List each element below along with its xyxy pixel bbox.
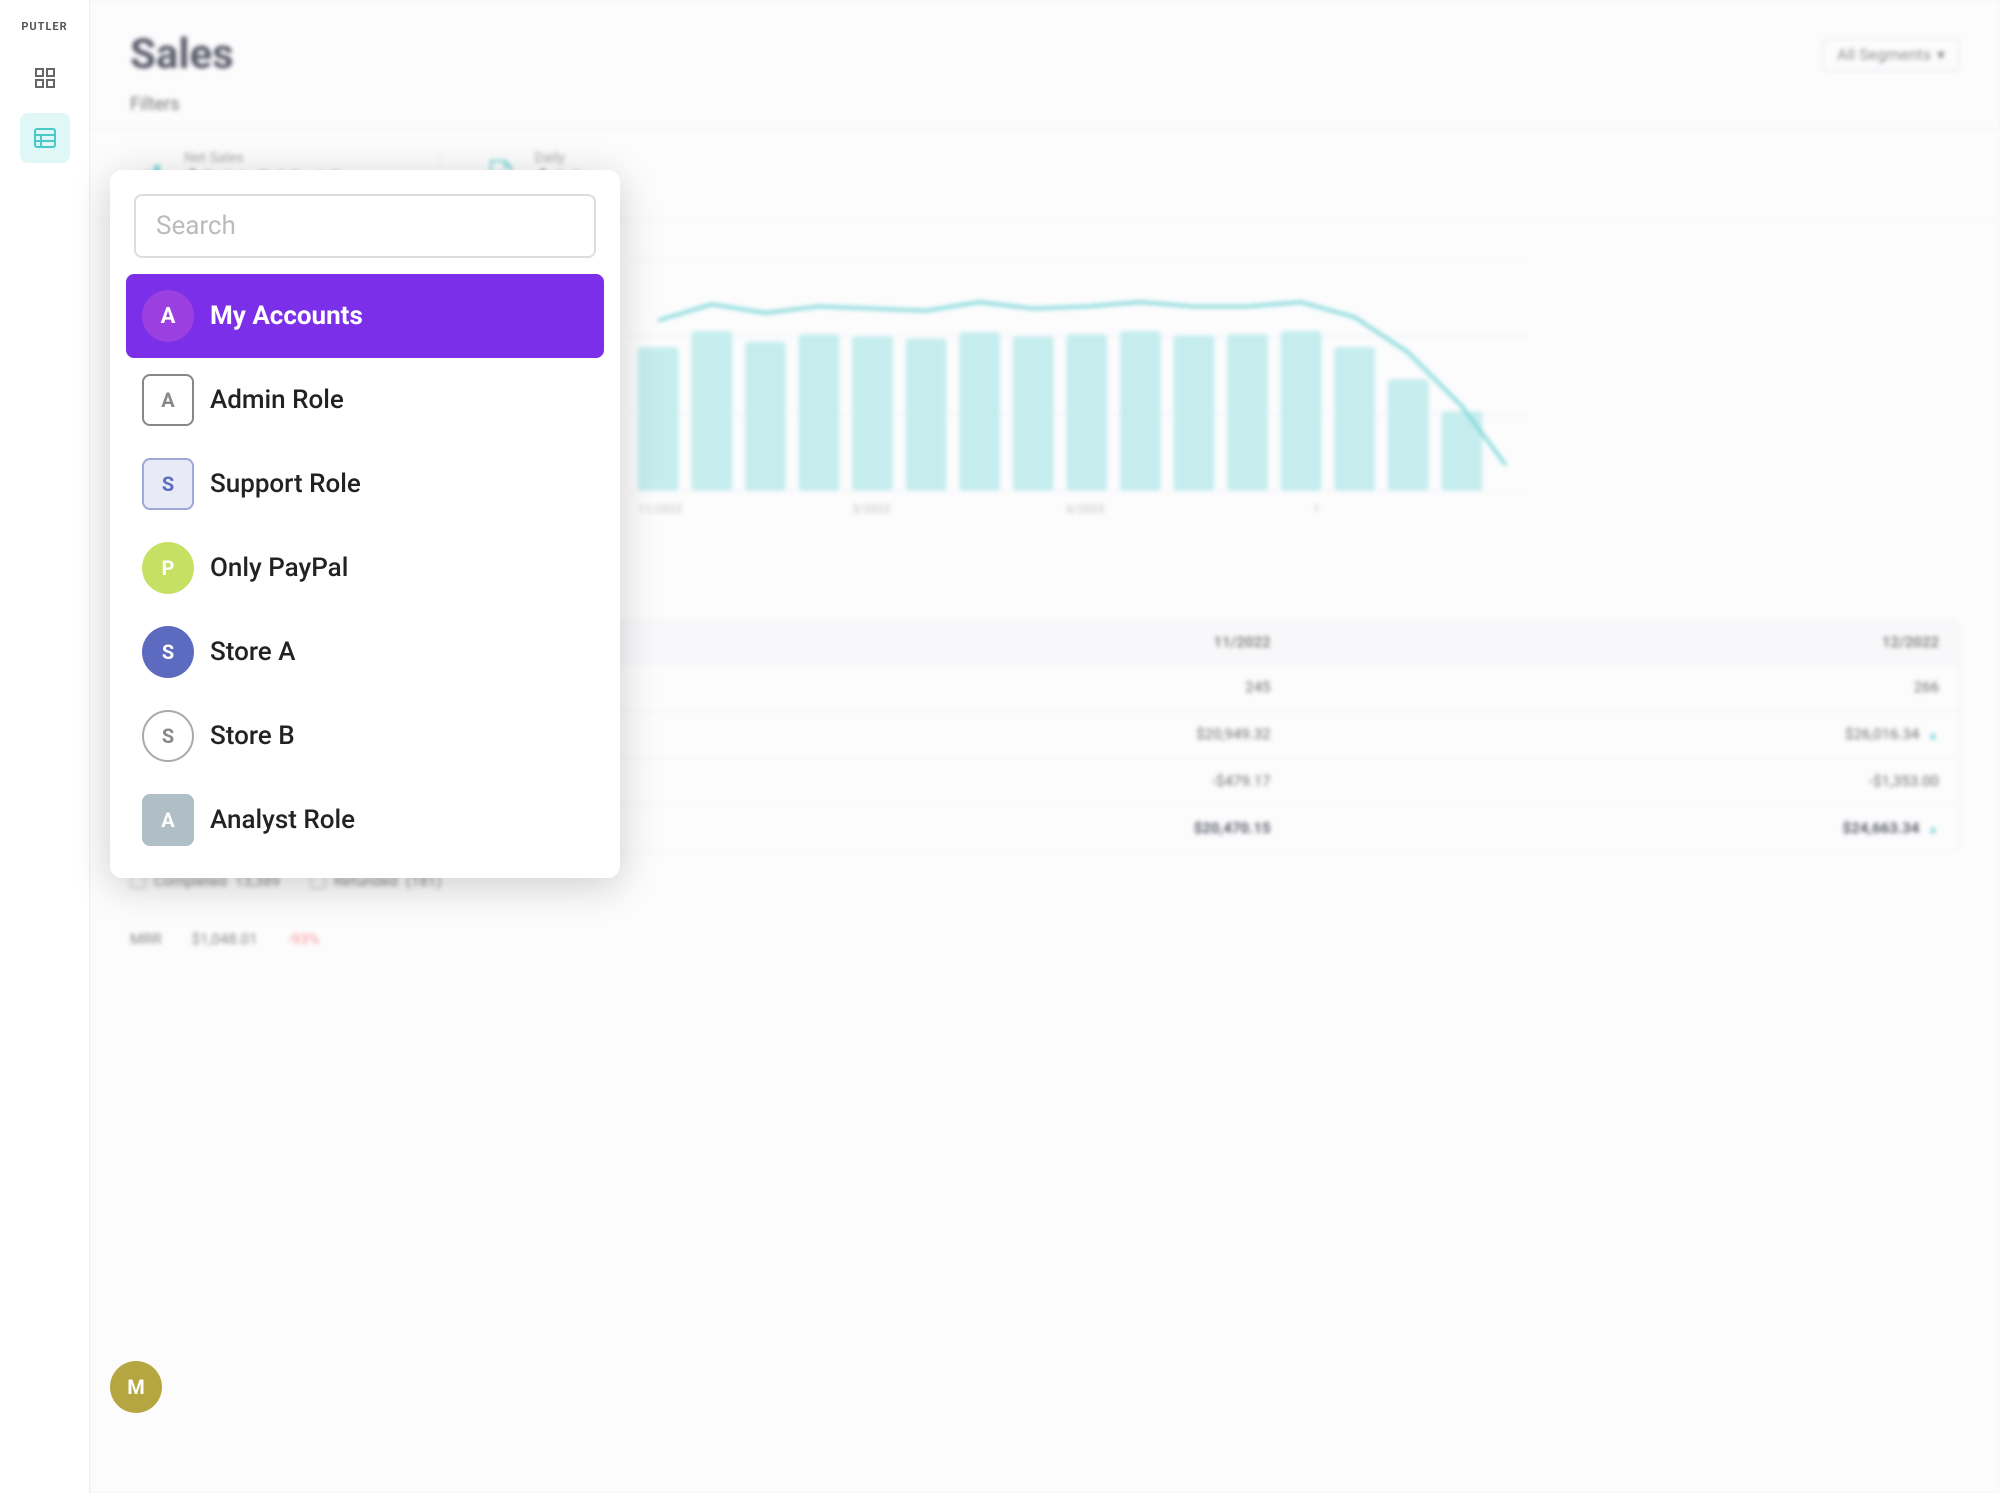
- support-role-avatar-letter: S: [162, 472, 174, 496]
- sidebar: PUTLER: [0, 0, 90, 1493]
- netsales-dec: $24,663.34 ▲: [1291, 805, 1959, 852]
- dropdown-item-only-paypal[interactable]: P Only PayPal: [126, 526, 604, 610]
- dropdown-item-analyst-role[interactable]: A Analyst Role: [126, 778, 604, 862]
- store-b-avatar-letter: S: [162, 724, 174, 748]
- dropdown-item-admin-role[interactable]: A Admin Role: [126, 358, 604, 442]
- trend-up-icon: ▲: [1927, 822, 1939, 836]
- dropdown-item-store-b[interactable]: S Store B: [126, 694, 604, 778]
- dropdown-item-store-a[interactable]: S Store A: [126, 610, 604, 694]
- segment-label: All Segments: [1837, 45, 1931, 64]
- trend-up-icon: ▲: [1927, 728, 1939, 742]
- admin-role-avatar: A: [142, 374, 194, 426]
- support-role-avatar: S: [142, 458, 194, 510]
- app-logo: PUTLER: [21, 20, 67, 33]
- search-input[interactable]: [134, 194, 596, 258]
- only-paypal-avatar: P: [142, 542, 194, 594]
- orders-dec: 266: [1291, 664, 1959, 711]
- mrr-change: -93%: [288, 930, 320, 948]
- analyst-role-avatar: A: [142, 794, 194, 846]
- only-paypal-label: Only PayPal: [210, 553, 348, 583]
- support-role-label: Support Role: [210, 469, 361, 499]
- account-dropdown: A My Accounts A Admin Role S Support Rol…: [110, 170, 620, 878]
- grid-icon-button[interactable]: [20, 53, 70, 103]
- admin-role-label: Admin Role: [210, 385, 344, 415]
- svg-text:6/2023: 6/2023: [1066, 502, 1104, 516]
- store-a-avatar-letter: S: [162, 640, 174, 664]
- gross-dec: $26,016.34 ▲: [1291, 711, 1959, 758]
- orders-nov: 245: [718, 664, 1290, 711]
- net-sales-label: Net Sales: [184, 150, 400, 166]
- search-container: [126, 194, 604, 274]
- dropdown-item-support-role[interactable]: S Support Role: [126, 442, 604, 526]
- svg-text:11/2022: 11/2022: [638, 502, 683, 516]
- segment-selector[interactable]: All Segments ▾: [1822, 38, 1960, 71]
- page-header: Sales All Segments ▾: [90, 0, 2000, 80]
- my-accounts-avatar: A: [142, 290, 194, 342]
- mrr-label: MRR: [130, 930, 162, 948]
- chevron-down-icon: ▾: [1937, 45, 1945, 64]
- admin-role-avatar-letter: A: [161, 388, 174, 412]
- analyst-role-avatar-letter: A: [161, 808, 174, 832]
- netsales-nov: $20,470.15: [718, 805, 1290, 852]
- col-header-dec: 12/2022: [1291, 621, 1959, 664]
- refunds-nov: -$479.17: [718, 758, 1290, 805]
- svg-text:3/2023: 3/2023: [852, 502, 890, 516]
- user-avatar-letter: M: [127, 1375, 145, 1399]
- store-b-avatar: S: [142, 710, 194, 762]
- dropdown-list: A My Accounts A Admin Role S Support Rol…: [126, 274, 604, 862]
- store-b-label: Store B: [210, 721, 295, 751]
- my-accounts-label: My Accounts: [210, 301, 363, 331]
- daily-label: Daily: [535, 150, 583, 166]
- page-title: Sales: [130, 30, 234, 79]
- gross-nov: $20,949.32: [718, 711, 1290, 758]
- table-icon-button[interactable]: [20, 113, 70, 163]
- only-paypal-avatar-letter: P: [162, 556, 175, 580]
- filters-label: Filters: [130, 94, 180, 115]
- mrr-value: $1,048.01: [192, 930, 258, 948]
- bottom-stats: MRR $1,048.01 -93%: [90, 910, 2000, 968]
- refunds-dec: -$1,353.00: [1291, 758, 1959, 805]
- my-accounts-avatar-letter: A: [161, 304, 176, 329]
- store-a-avatar: S: [142, 626, 194, 678]
- store-a-label: Store A: [210, 637, 295, 667]
- dropdown-item-my-accounts[interactable]: A My Accounts: [126, 274, 604, 358]
- analyst-role-label: Analyst Role: [210, 805, 355, 835]
- svg-text:1: 1: [1313, 502, 1320, 516]
- user-avatar[interactable]: M: [110, 1361, 162, 1413]
- col-header-nov: 11/2022: [718, 621, 1290, 664]
- filters-bar: Filters: [90, 80, 2000, 130]
